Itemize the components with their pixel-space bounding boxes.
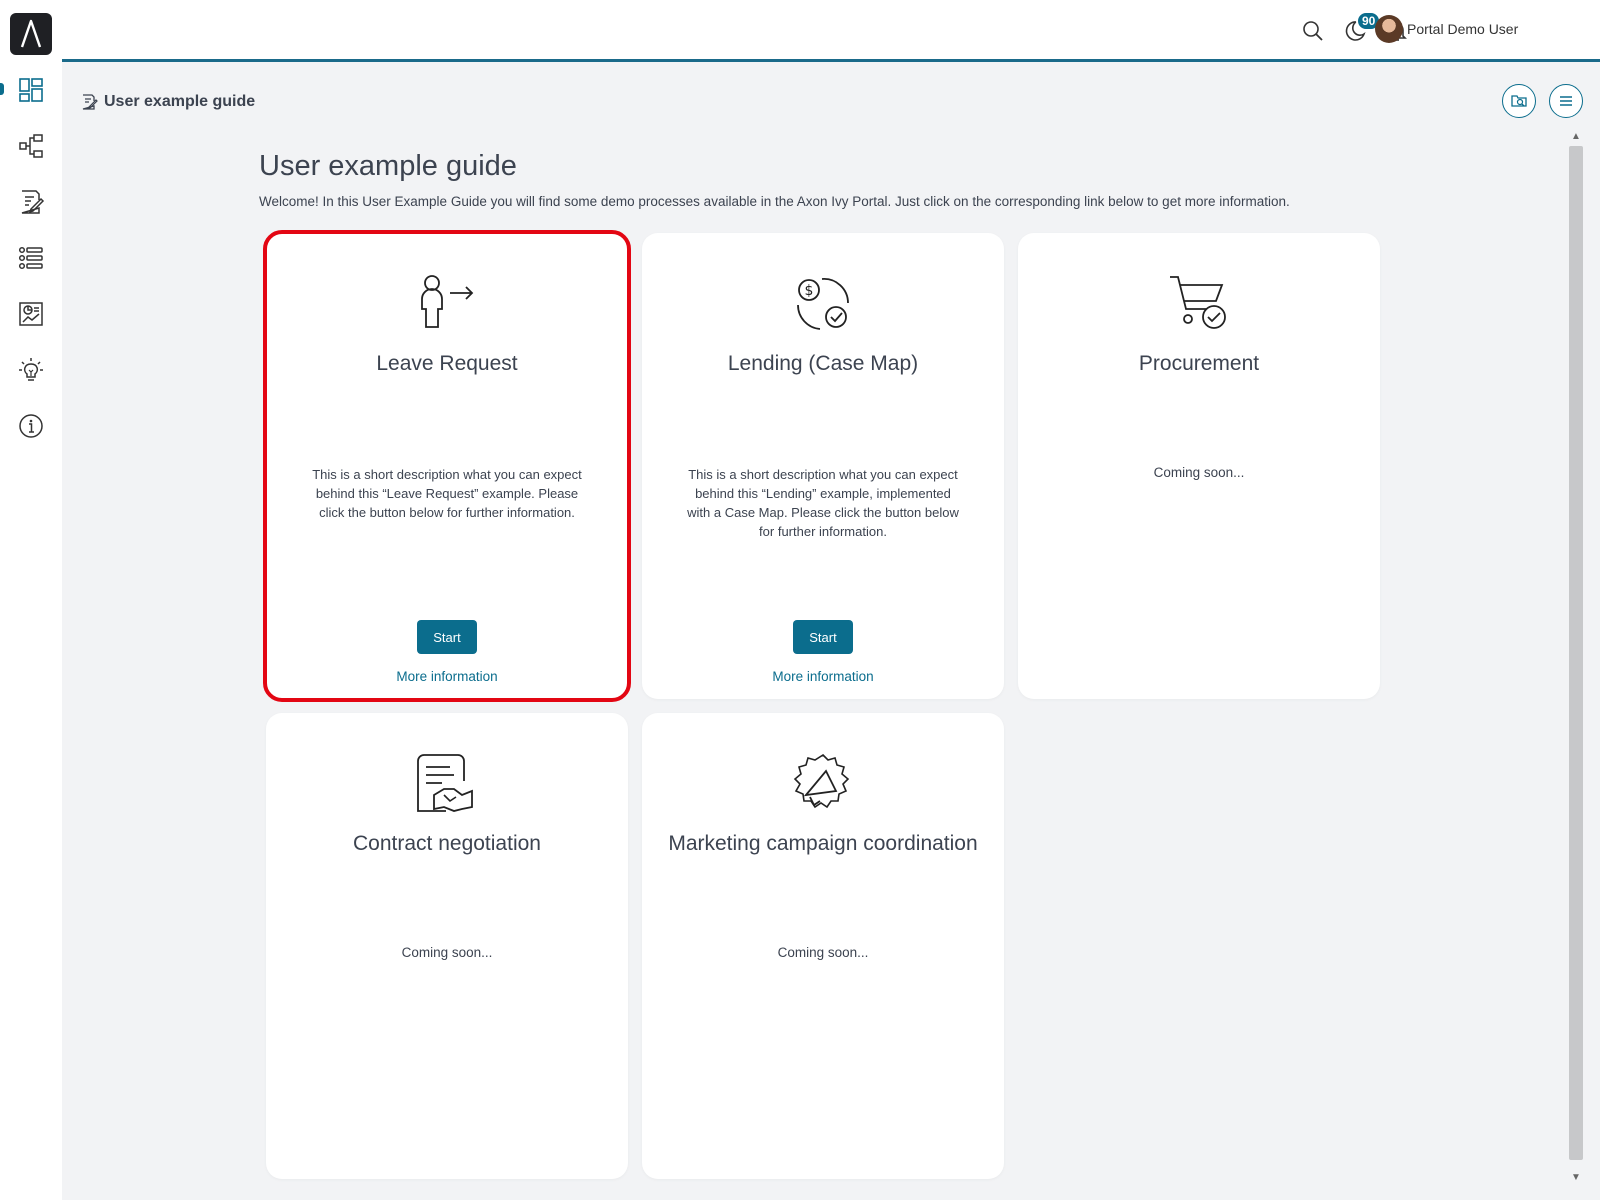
more-information-link[interactable]: More information bbox=[266, 669, 628, 684]
sidebar-item-dashboard[interactable] bbox=[0, 68, 62, 112]
sidebar-item-ideas[interactable] bbox=[0, 348, 62, 392]
page-title: User example guide bbox=[259, 150, 517, 182]
card-leave-request: Leave Request This is a short descriptio… bbox=[263, 230, 631, 702]
axon-ivy-logo[interactable] bbox=[10, 13, 52, 55]
card-title: Lending (Case Map) bbox=[727, 352, 919, 375]
hamburger-menu-icon bbox=[1560, 96, 1572, 106]
sidebar-item-info[interactable] bbox=[0, 404, 62, 448]
sidebar bbox=[0, 0, 62, 1200]
card-title: Contract negotiation bbox=[353, 832, 541, 855]
dashboard-icon bbox=[19, 78, 43, 102]
cases-icon bbox=[18, 246, 43, 270]
page-description: Welcome! In this User Example Guide you … bbox=[259, 194, 1290, 209]
top-bar bbox=[62, 0, 1600, 62]
guide-document-icon bbox=[82, 94, 98, 110]
sidebar-item-statistics[interactable] bbox=[0, 292, 62, 336]
card-lending: $ Lending (Case Map) This is a short des… bbox=[642, 233, 1004, 699]
logo-lambda-icon bbox=[20, 19, 42, 48]
more-information-link[interactable]: More information bbox=[642, 669, 1004, 684]
ideas-icon bbox=[19, 358, 43, 381]
scroll-up-arrow[interactable]: ▲ bbox=[1568, 131, 1584, 143]
card-title: Procurement bbox=[1138, 352, 1260, 375]
shopping-cart-icon bbox=[1170, 276, 1226, 329]
contract-handshake-icon bbox=[417, 754, 473, 812]
person-leave-icon bbox=[421, 275, 474, 328]
case-details-button[interactable] bbox=[1502, 84, 1536, 118]
card-procurement: Procurement Coming soon... bbox=[1018, 233, 1380, 699]
scroll-down-arrow[interactable]: ▼ bbox=[1568, 1172, 1584, 1184]
folder-search-icon bbox=[1511, 95, 1527, 107]
info-icon bbox=[19, 414, 43, 438]
start-button[interactable]: Start bbox=[793, 620, 853, 654]
tasks-icon bbox=[21, 190, 45, 214]
coming-soon-text: Coming soon... bbox=[1153, 465, 1245, 480]
megaphone-icon bbox=[793, 753, 850, 809]
breadcrumb: User example guide bbox=[80, 90, 255, 114]
coming-soon-text: Coming soon... bbox=[777, 945, 869, 960]
menu-button[interactable] bbox=[1549, 84, 1583, 118]
processes-icon bbox=[19, 134, 43, 158]
user-name[interactable]: Portal Demo User bbox=[1407, 21, 1518, 37]
lending-money-icon: $ bbox=[797, 278, 849, 330]
start-button[interactable]: Start bbox=[417, 620, 477, 654]
sidebar-item-processes[interactable] bbox=[0, 124, 62, 168]
breadcrumb-title: User example guide bbox=[104, 93, 256, 110]
svg-text:$: $ bbox=[805, 283, 814, 299]
avatar[interactable] bbox=[1375, 15, 1403, 43]
coming-soon-text: Coming soon... bbox=[401, 945, 493, 960]
statistics-icon bbox=[19, 302, 43, 326]
search-button[interactable] bbox=[1300, 18, 1326, 44]
card-title: Leave Request bbox=[376, 352, 518, 375]
card-description: This is a short description what you can… bbox=[687, 467, 959, 539]
scrollbar-thumb[interactable] bbox=[1569, 146, 1583, 1160]
card-marketing-campaign: Marketing campaign coordination Coming s… bbox=[642, 713, 1004, 1179]
card-description: This is a short description what you can… bbox=[312, 467, 582, 520]
card-title: Marketing campaign coordination bbox=[668, 832, 978, 855]
search-icon bbox=[1303, 21, 1323, 41]
sidebar-item-tasks[interactable] bbox=[0, 180, 62, 224]
sidebar-item-cases[interactable] bbox=[0, 236, 62, 280]
card-contract-negotiation: Contract negotiation Coming soon... bbox=[266, 713, 628, 1179]
